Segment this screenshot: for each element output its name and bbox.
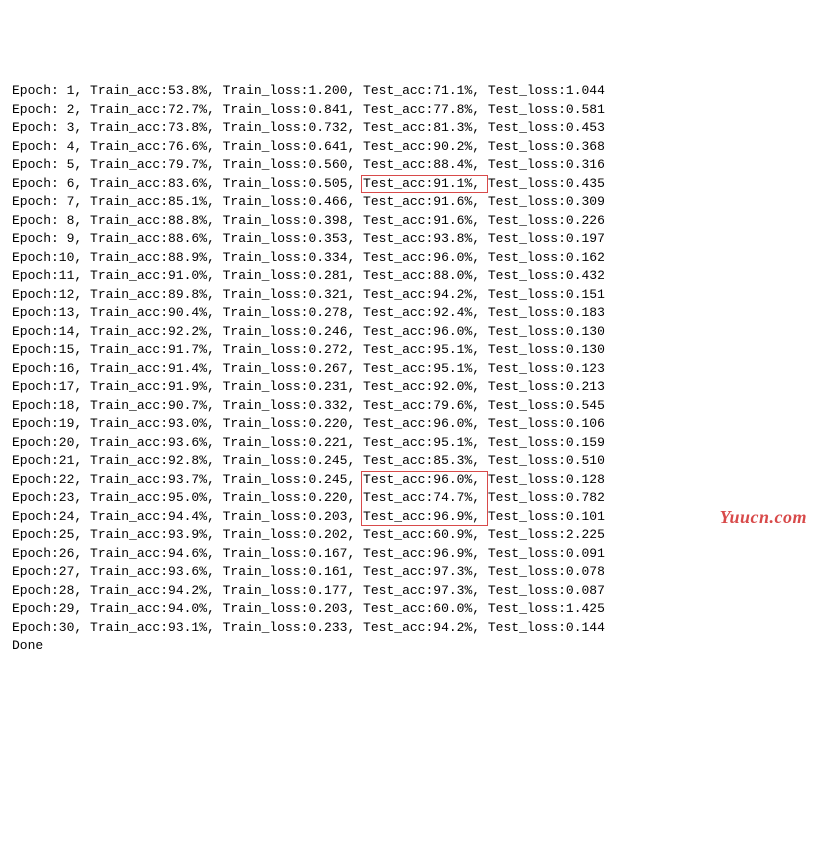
log-line: Epoch:17, Train_acc:91.9%, Train_loss:0.… — [12, 378, 807, 397]
log-line: Epoch:11, Train_acc:91.0%, Train_loss:0.… — [12, 267, 807, 286]
log-line: Epoch:12, Train_acc:89.8%, Train_loss:0.… — [12, 286, 807, 305]
training-log: Epoch: 1, Train_acc:53.8%, Train_loss:1.… — [12, 82, 807, 656]
log-line: Epoch:26, Train_acc:94.6%, Train_loss:0.… — [12, 545, 807, 564]
log-line: Epoch: 2, Train_acc:72.7%, Train_loss:0.… — [12, 101, 807, 120]
log-line: Epoch:30, Train_acc:93.1%, Train_loss:0.… — [12, 619, 807, 638]
log-line: Epoch: 8, Train_acc:88.8%, Train_loss:0.… — [12, 212, 807, 231]
log-line: Epoch: 4, Train_acc:76.6%, Train_loss:0.… — [12, 138, 807, 157]
log-line: Epoch:19, Train_acc:93.0%, Train_loss:0.… — [12, 415, 807, 434]
log-line: Epoch:13, Train_acc:90.4%, Train_loss:0.… — [12, 304, 807, 323]
log-line: Epoch:25, Train_acc:93.9%, Train_loss:0.… — [12, 526, 807, 545]
log-line: Epoch:10, Train_acc:88.9%, Train_loss:0.… — [12, 249, 807, 268]
log-line: Epoch: 1, Train_acc:53.8%, Train_loss:1.… — [12, 82, 807, 101]
log-line: Epoch: 7, Train_acc:85.1%, Train_loss:0.… — [12, 193, 807, 212]
log-line: Epoch:29, Train_acc:94.0%, Train_loss:0.… — [12, 600, 807, 619]
log-line: Epoch: 5, Train_acc:79.7%, Train_loss:0.… — [12, 156, 807, 175]
log-line: Epoch:23, Train_acc:95.0%, Train_loss:0.… — [12, 489, 807, 508]
log-line: Epoch:16, Train_acc:91.4%, Train_loss:0.… — [12, 360, 807, 379]
log-line: Epoch: 6, Train_acc:83.6%, Train_loss:0.… — [12, 175, 807, 194]
log-line: Epoch:21, Train_acc:92.8%, Train_loss:0.… — [12, 452, 807, 471]
log-line: Epoch: 9, Train_acc:88.6%, Train_loss:0.… — [12, 230, 807, 249]
log-line: Epoch:14, Train_acc:92.2%, Train_loss:0.… — [12, 323, 807, 342]
log-line: Epoch:28, Train_acc:94.2%, Train_loss:0.… — [12, 582, 807, 601]
log-line: Epoch:24, Train_acc:94.4%, Train_loss:0.… — [12, 508, 807, 527]
log-line: Epoch:22, Train_acc:93.7%, Train_loss:0.… — [12, 471, 807, 490]
watermark-text: Yuucn.com — [720, 508, 807, 527]
done-line: Done — [12, 637, 807, 656]
log-line: Epoch: 3, Train_acc:73.8%, Train_loss:0.… — [12, 119, 807, 138]
log-line: Epoch:15, Train_acc:91.7%, Train_loss:0.… — [12, 341, 807, 360]
log-line: Epoch:20, Train_acc:93.6%, Train_loss:0.… — [12, 434, 807, 453]
log-line: Epoch:18, Train_acc:90.7%, Train_loss:0.… — [12, 397, 807, 416]
